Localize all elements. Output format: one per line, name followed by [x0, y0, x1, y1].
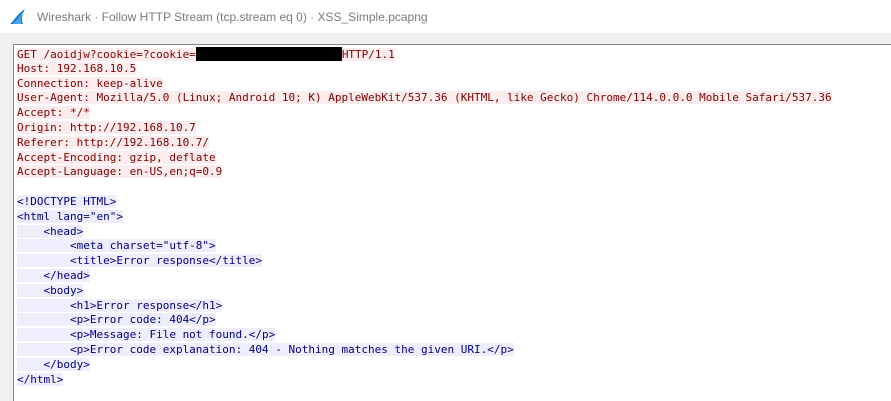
accept-language-header: Accept-Language: en-US,en;q=0.9 [17, 165, 223, 179]
response-text: </html> [17, 372, 64, 386]
request-header-line[interactable]: Accept-Encoding: gzip, deflate [17, 150, 891, 166]
host-header: Host: 192.168.10.5 [17, 61, 137, 75]
response-line[interactable]: <title>Error response</title> [17, 254, 891, 269]
response-line[interactable]: </html> [17, 372, 891, 388]
request-header-line[interactable]: User-Agent: Mozilla/5.0 (Linux; Android … [17, 91, 891, 106]
request-header-line[interactable]: Connection: keep-alive [17, 76, 891, 92]
response-line[interactable]: <meta charset="utf-8"> [17, 239, 891, 254]
accept-encoding-header: Accept-Encoding: gzip, deflate [17, 150, 216, 164]
response-line[interactable]: <h1>Error response</h1> [17, 298, 891, 314]
response-line[interactable]: <!DOCTYPE HTML> [17, 194, 891, 210]
accept-header: Accept: */* [17, 106, 90, 120]
response-text: <title>Error response</title> [17, 254, 263, 268]
request-protocol: HTTP/1.1 [341, 48, 395, 61]
response-line[interactable]: <p>Error code: 404</p> [17, 313, 891, 328]
response-line[interactable]: <html lang="en"> [17, 209, 891, 225]
request-method-path: GET /aoidjw?cookie=?cookie= [17, 48, 196, 61]
redacted-cookie-block [195, 47, 342, 61]
response-text: <meta charset="utf-8"> [17, 239, 216, 253]
title-bar[interactable]: Wireshark · Follow HTTP Stream (tcp.stre… [0, 0, 891, 33]
window-title: Wireshark · Follow HTTP Stream (tcp.stre… [37, 9, 428, 24]
response-line[interactable]: <p>Error code explanation: 404 - Nothing… [17, 342, 891, 358]
origin-header: Origin: http://192.168.10.7 [17, 120, 196, 134]
response-line[interactable]: </head> [17, 268, 891, 284]
response-text: <!DOCTYPE HTML> [17, 194, 117, 208]
request-line[interactable]: GET /aoidjw?cookie=?cookie= HTTP/1.1 [17, 47, 891, 62]
response-text: </head> [17, 268, 90, 282]
response-text: <h1>Error response</h1> [17, 298, 223, 312]
request-header-line[interactable]: Origin: http://192.168.10.7 [17, 120, 891, 136]
user-agent-header: User-Agent: Mozilla/5.0 (Linux; Android … [17, 91, 832, 105]
response-line[interactable]: </body> [17, 357, 891, 373]
referer-header: Referer: http://192.168.10.7/ [17, 135, 210, 149]
request-header-line[interactable]: Host: 192.168.10.5 [17, 61, 891, 77]
wireshark-fin-icon [8, 7, 28, 27]
response-text: <head> [17, 224, 84, 238]
follow-stream-window: Wireshark · Follow HTTP Stream (tcp.stre… [0, 0, 891, 401]
response-text: <body> [17, 283, 84, 297]
response-text: <html lang="en"> [17, 209, 123, 223]
blank-separator-line [17, 180, 891, 195]
response-text: <p>Error code explanation: 404 - Nothing… [17, 342, 514, 356]
response-text: <p>Message: File not found.</p> [17, 328, 276, 342]
stream-content-pane[interactable]: GET /aoidjw?cookie=?cookie= HTTP/1.1 Host… [13, 44, 891, 401]
response-text: <p>Error code: 404</p> [17, 313, 216, 327]
request-header-line[interactable]: Accept: */* [17, 106, 891, 121]
response-text: </body> [17, 357, 90, 371]
response-line[interactable]: <body> [17, 283, 891, 299]
response-line[interactable]: <head> [17, 224, 891, 240]
connection-header: Connection: keep-alive [17, 76, 163, 90]
request-header-line[interactable]: Accept-Language: en-US,en;q=0.9 [17, 165, 891, 180]
response-line[interactable]: <p>Message: File not found.</p> [17, 328, 891, 343]
request-header-line[interactable]: Referer: http://192.168.10.7/ [17, 135, 891, 151]
